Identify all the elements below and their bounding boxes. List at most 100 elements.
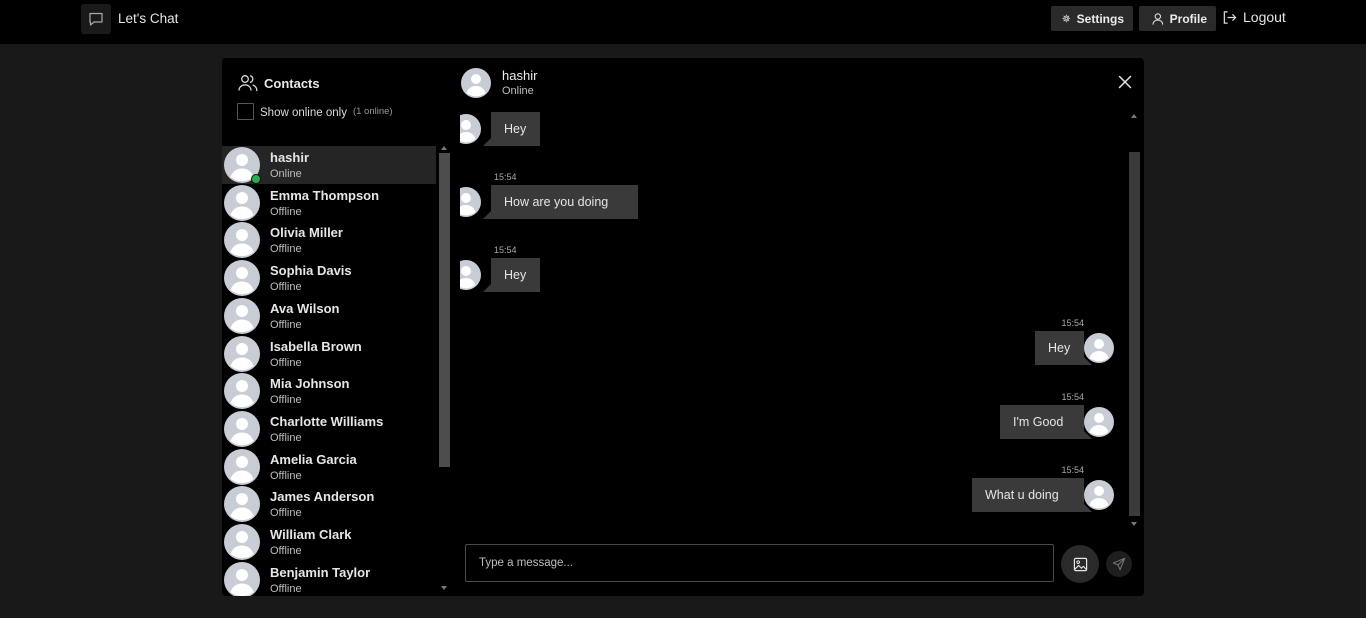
message-time: 15:54	[1061, 465, 1084, 475]
contact-item[interactable]: Mia Johnson Offline	[222, 372, 436, 410]
contact-name: Isabella Brown	[270, 338, 362, 354]
contact-status: Offline	[270, 205, 302, 218]
chat-bubble-icon	[81, 4, 111, 34]
contact-item[interactable]: Emma Thompson Offline	[222, 184, 436, 222]
contact-item[interactable]: James Anderson Offline	[222, 485, 436, 523]
contact-item[interactable]: Charlotte Williams Offline	[222, 410, 436, 448]
avatar	[224, 410, 260, 447]
contact-item[interactable]: Benjamin Taylor Offline	[222, 561, 436, 596]
contact-status: Offline	[270, 507, 302, 520]
contact-name: Charlotte Williams	[270, 413, 384, 429]
chat-scroll-down-arrow[interactable]	[1131, 522, 1137, 526]
contact-name: Amelia Garcia	[270, 451, 357, 467]
send-icon	[1112, 557, 1126, 571]
logout-icon	[1223, 10, 1237, 24]
sent-message: I'm Good	[1000, 405, 1084, 439]
bubble-tail	[1084, 357, 1092, 365]
settings-label: Settings	[1076, 11, 1124, 26]
message-time: 15:54	[1061, 318, 1084, 328]
received-message: Hey	[491, 112, 540, 146]
contact-item[interactable]: William Clark Offline	[222, 523, 436, 561]
contact-name: Benjamin Taylor	[270, 564, 371, 580]
message-area: Hey 15:54 How are you doing 15:54 Hey 15:54 He…	[460, 112, 1126, 522]
message-time: 15:54	[1061, 392, 1084, 402]
bubble-tail	[483, 284, 491, 292]
contact-status: Offline	[270, 281, 302, 294]
chat-scrollbar[interactable]	[1128, 112, 1141, 528]
contact-status: Offline	[270, 545, 302, 557]
avatar	[224, 297, 260, 334]
contacts-title: Contacts	[264, 75, 320, 91]
avatar	[224, 184, 260, 221]
profile-button[interactable]: Profile	[1139, 6, 1216, 31]
avatar	[224, 373, 260, 410]
contact-status: Offline	[270, 431, 302, 444]
contact-item[interactable]: Isabella Brown Offline	[222, 335, 436, 373]
message-avatar	[460, 260, 481, 290]
gear-icon	[1062, 14, 1071, 23]
chat-contact-name: hashir	[502, 68, 538, 83]
message-input[interactable]	[465, 544, 1054, 582]
contact-status: Offline	[270, 582, 302, 595]
contact-item[interactable]: Ava Wilson Offline	[222, 297, 436, 335]
contact-item[interactable]: hashir Online	[222, 146, 436, 184]
attach-image-button[interactable]	[1061, 545, 1099, 583]
contact-name: Mia Johnson	[270, 376, 350, 392]
profile-label: Profile	[1169, 11, 1207, 26]
message-time: 15:54	[494, 245, 517, 255]
contact-item[interactable]: Amelia Garcia Offline	[222, 448, 436, 486]
contact-status: Offline	[270, 356, 302, 369]
show-online-checkbox[interactable]	[237, 103, 254, 120]
message-avatar	[460, 187, 481, 217]
scroll-down-arrow[interactable]	[441, 586, 447, 590]
sent-message: What u doing	[972, 478, 1084, 512]
top-navbar: Let's Chat Settings Profile Logout	[0, 0, 1366, 44]
contact-list: hashir Online Emma Thompson Offline Olivia M…	[222, 146, 436, 596]
contact-name: hashir	[270, 150, 310, 165]
online-count: (1 online)	[352, 106, 393, 117]
contact-status: Offline	[270, 318, 302, 331]
chat-scroll-up-arrow[interactable]	[1131, 114, 1137, 118]
chat-scroll-thumb[interactable]	[1129, 152, 1140, 516]
scroll-up-arrow[interactable]	[441, 146, 447, 150]
contact-item[interactable]: Sophia Davis Offline	[222, 259, 436, 297]
image-icon	[1073, 557, 1087, 571]
contact-name: James Anderson	[270, 489, 375, 505]
avatar	[224, 524, 260, 560]
message-time: 15:54	[494, 172, 517, 182]
contacts-scroll-thumb[interactable]	[439, 153, 450, 467]
logout-button[interactable]: Logout	[1222, 9, 1286, 25]
show-online-label[interactable]: Show online only	[260, 107, 347, 119]
contacts-scrollbar[interactable]	[438, 146, 451, 594]
avatar	[224, 335, 260, 372]
bubble-tail	[483, 211, 491, 219]
contact-name: William Clark	[270, 527, 352, 542]
close-icon[interactable]	[1118, 75, 1132, 89]
contact-status: Offline	[270, 394, 302, 407]
contacts-header: Contacts	[238, 74, 320, 92]
app-title: Let's Chat	[118, 11, 179, 26]
bubble-tail	[1084, 431, 1092, 439]
contact-status: Offline	[270, 243, 302, 256]
received-message: How are you doing	[491, 185, 638, 219]
chat-contact-status: Online	[502, 85, 534, 97]
contact-name: Olivia Miller	[270, 225, 343, 241]
online-filter: Show online only (1 online)	[237, 103, 393, 120]
received-message: Hey	[491, 258, 540, 292]
send-button[interactable]	[1106, 551, 1132, 577]
users-icon	[238, 75, 258, 92]
contact-name: Emma Thompson	[270, 187, 380, 203]
contact-name: Sophia Davis	[270, 263, 352, 279]
bubble-tail	[1084, 504, 1092, 512]
online-indicator	[251, 174, 261, 184]
chat-avatar	[461, 68, 491, 98]
logout-label: Logout	[1243, 9, 1286, 25]
chat-card: Contacts Show online only (1 online) has…	[222, 58, 1144, 596]
contact-item[interactable]: Olivia Miller Offline	[222, 221, 436, 259]
contact-name: Ava Wilson	[270, 300, 340, 316]
avatar	[224, 260, 260, 297]
message-avatar	[460, 114, 481, 144]
sent-message: Hey	[1035, 331, 1084, 365]
settings-button[interactable]: Settings	[1051, 6, 1133, 31]
avatar	[224, 561, 260, 596]
